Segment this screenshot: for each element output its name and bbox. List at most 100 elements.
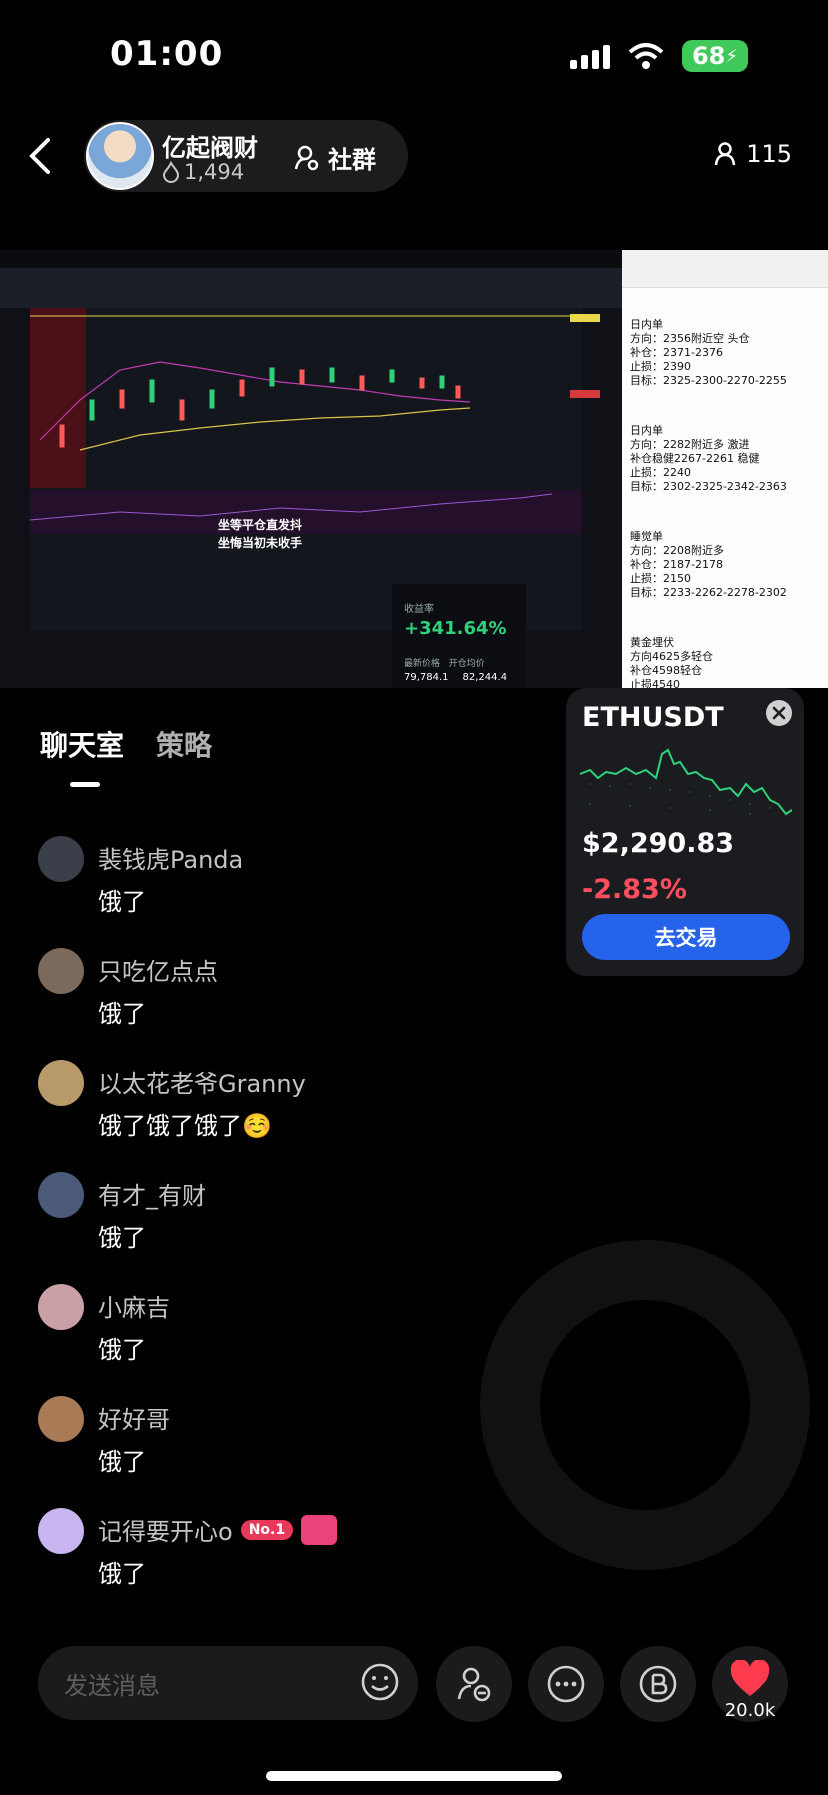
user-minus-icon (457, 1667, 491, 1702)
chat-text: 饿了 (98, 1560, 146, 1588)
signal-icon (569, 43, 610, 69)
chat-message[interactable]: 有才_有财饿了 (38, 1172, 538, 1284)
doc-line: 黄金埋伏 (630, 636, 674, 649)
host-name: 亿起阀财 (162, 134, 258, 162)
chat-username[interactable]: 好好哥 (98, 1400, 170, 1435)
chat-text: 饿了 (98, 1224, 146, 1252)
host-avatar[interactable] (86, 122, 154, 190)
doc-block: 黄金埋伏方向4625多轻仓补仓4598轻仓止损4540目标5100-5300 (630, 636, 820, 688)
heart-icon (730, 1660, 770, 1696)
message-input[interactable]: 发送消息 (38, 1646, 418, 1720)
avatar[interactable] (38, 1060, 84, 1106)
doc-line: 方向：2208附近多 (630, 544, 724, 557)
battery-indicator: 68 ⚡ (681, 40, 748, 72)
strategy-document: 日内单 方向：2356附近空 头仓 补仓：2371-2376 止损：2390 目标：23… (622, 250, 828, 688)
doc-line: 补仓：2187-2178 (630, 558, 723, 571)
chat-username[interactable]: 小麻吉 (98, 1288, 170, 1323)
ticker-sparkline (580, 748, 792, 816)
chat-username[interactable]: 记得要开心o No.1 (98, 1512, 338, 1547)
status-time: 01:00 (110, 34, 224, 74)
avatar[interactable] (38, 1396, 84, 1442)
chat-text: 饿了 (98, 1000, 146, 1028)
fan-badge-icon (301, 1514, 338, 1545)
doc-line: 止损4540 (630, 678, 680, 688)
host-likes: 1,494 (162, 160, 244, 184)
coin-b-icon (639, 1665, 677, 1703)
doc-line: 日内单 (630, 318, 663, 331)
doc-line: 目标：2233-2262-2278-2302 (630, 586, 787, 599)
doc-toolbar (622, 250, 828, 288)
community-button[interactable]: 社群 (294, 140, 376, 175)
doc-line: 方向：2356附近空 头仓 (630, 332, 750, 345)
room-tabs: 聊天室 策略 (40, 724, 212, 764)
more-button[interactable] (528, 1646, 604, 1722)
chat-username[interactable]: 裴钱虎Panda (98, 840, 243, 875)
chat-message[interactable]: 裴钱虎Panda 饿了 (38, 836, 538, 948)
chat-text: 饿了 (98, 888, 146, 916)
tab-strategy[interactable]: 策略 (156, 724, 212, 764)
doc-line: 补仓4598轻仓 (630, 664, 702, 677)
chat-username[interactable]: 有才_有财 (98, 1176, 206, 1211)
stream-caption: 坐等平仓直发抖 坐悔当初未收手 (218, 518, 303, 550)
ticker-symbol: ETHUSDT (582, 702, 724, 733)
chat-list: 裴钱虎Panda 饿了 只吃亿点点 饿了 以太花老爷Granny 饿了饿了饿了☺️ 有才_有… (38, 836, 538, 1620)
chat-message[interactable]: 好好哥 饿了 (38, 1396, 538, 1508)
ticker-price: $2,290.83 (582, 828, 735, 859)
viewer-count[interactable]: 115 (714, 140, 792, 168)
doc-line: 方向：2282附近多 激进 (630, 438, 750, 451)
chat-message[interactable]: 小麻吉 饿了 (38, 1284, 538, 1396)
like-button[interactable]: 20.0k (712, 1646, 788, 1722)
chat-message[interactable]: 只吃亿点点 饿了 (38, 948, 538, 1060)
doc-line: 目标：2325-2300-2270-2255 (630, 374, 787, 387)
message-placeholder: 发送消息 (64, 1672, 160, 1700)
doc-block: 日内单 方向：2356附近空 头仓 补仓：2371-2376 止损：2390 目标：23… (630, 318, 820, 388)
tab-chat[interactable]: 聊天室 (40, 724, 124, 764)
avatar[interactable] (38, 1508, 84, 1554)
yield-panel: 收益率 +341.64% 最新价格 开仓均价 79,784.1 82,244.4 (392, 584, 526, 688)
person-icon (714, 142, 736, 166)
doc-line: 止损：2240 (630, 466, 691, 479)
tab-indicator (70, 782, 100, 787)
chat-username[interactable]: 以太花老爷Granny (98, 1064, 306, 1099)
chat-username[interactable]: 只吃亿点点 (98, 952, 218, 987)
ticker-card[interactable]: ETHUSDT $2,290.83 -2.83% 去交易 (566, 688, 804, 976)
doc-block: 睡觉单 方向：2208附近多 补仓：2187-2178 止损：2150 目标：2233-… (630, 530, 820, 600)
chat-text: 饿了 (98, 1448, 146, 1476)
doc-line: 目标：2302-2325-2342-2363 (630, 480, 787, 493)
chat-text: 饿了饿了饿了☺️ (98, 1112, 272, 1140)
community-icon (294, 145, 319, 170)
home-indicator[interactable] (266, 1771, 562, 1781)
candlestick-chart (0, 250, 622, 688)
host-info[interactable]: 亿起阀财 1,494 社群 (84, 120, 408, 192)
more-icon (547, 1665, 585, 1703)
rank-badge: No.1 (240, 1519, 294, 1540)
doc-line: 补仓：2371-2376 (630, 346, 723, 359)
doc-line: 补仓稳健2267-2261 稳健 (630, 452, 760, 465)
doc-line: 止损：2150 (630, 572, 691, 585)
flame-icon (162, 161, 180, 183)
avatar[interactable] (38, 836, 84, 882)
trade-button[interactable]: 去交易 (582, 914, 790, 960)
avatar[interactable] (38, 1284, 84, 1330)
chat-message[interactable]: 以太花老爷Granny 饿了饿了饿了☺️ (38, 1060, 538, 1172)
like-count: 20.0k (724, 1700, 776, 1721)
status-icons: 68 ⚡ (569, 40, 748, 72)
live-stream-video[interactable]: 坐等平仓直发抖 坐悔当初未收手 收益率 +341.64% 最新价格 开仓均价 7… (0, 250, 828, 688)
chat-message[interactable]: 记得要开心o No.1 饿了 (38, 1508, 538, 1620)
avatar[interactable] (38, 948, 84, 994)
wifi-icon (628, 43, 664, 69)
chat-text: 饿了 (98, 1336, 146, 1364)
close-icon[interactable] (766, 700, 792, 726)
doc-line: 日内单 (630, 424, 663, 437)
doc-block: 日内单 方向：2282附近多 激进 补仓稳健2267-2261 稳健 止损：2240 目… (630, 424, 820, 494)
follow-user-button[interactable] (436, 1646, 512, 1722)
doc-line: 止损：2390 (630, 360, 691, 373)
back-icon[interactable] (26, 136, 54, 176)
avatar[interactable] (38, 1172, 84, 1218)
doc-line: 睡觉单 (630, 530, 663, 543)
emoji-icon[interactable] (360, 1662, 400, 1702)
trading-chart-screen: 坐等平仓直发抖 坐悔当初未收手 收益率 +341.64% 最新价格 开仓均价 7… (0, 250, 622, 688)
coin-button[interactable] (620, 1646, 696, 1722)
ticker-change: -2.83% (582, 874, 687, 905)
doc-line: 方向4625多轻仓 (630, 650, 713, 663)
